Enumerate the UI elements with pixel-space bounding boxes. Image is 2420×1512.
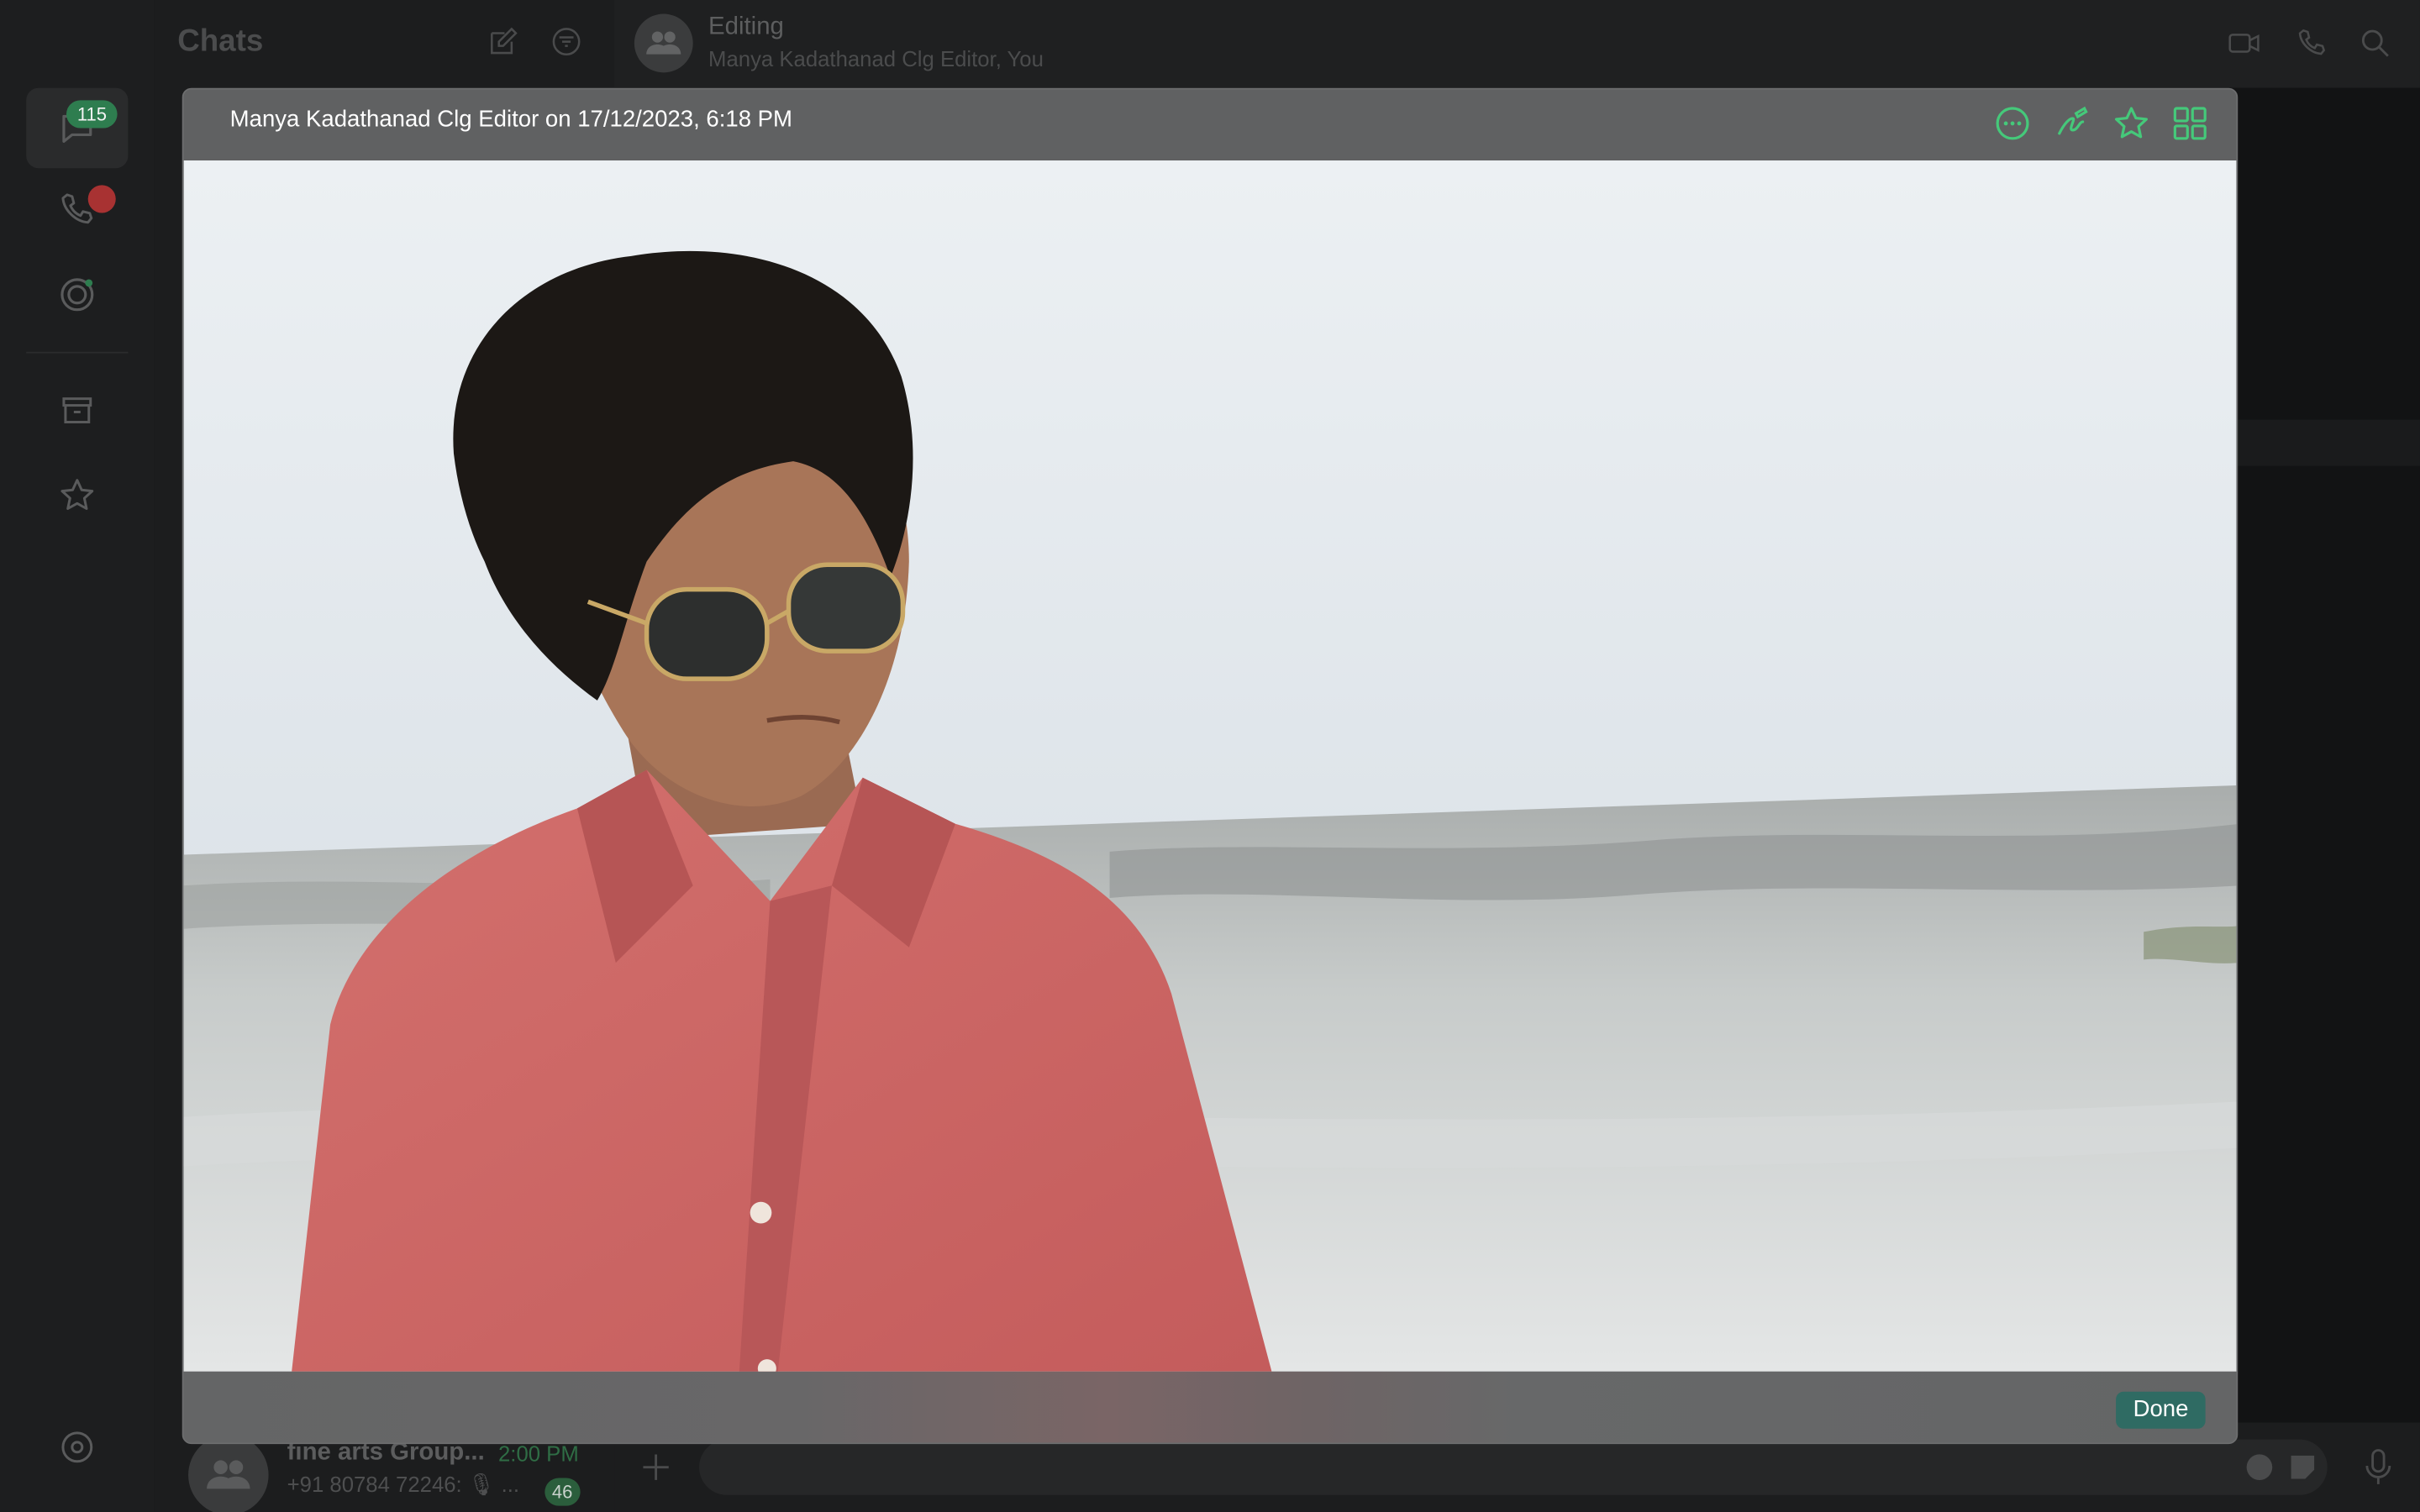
chats-title: Chats bbox=[177, 24, 264, 59]
conversation-members: Manya Kadathanad Clg Editor, You bbox=[708, 46, 1044, 71]
group-icon bbox=[207, 1460, 250, 1489]
star-icon bbox=[60, 479, 94, 510]
rail-chats-button[interactable]: 115 bbox=[26, 87, 129, 169]
star-icon[interactable] bbox=[2112, 103, 2152, 144]
photo-image bbox=[183, 160, 2237, 1372]
search-icon[interactable] bbox=[2357, 26, 2394, 60]
rail-starred-button[interactable] bbox=[26, 455, 128, 536]
missed-call-badge bbox=[87, 185, 116, 213]
media-viewer: Manya Kadathanad Clg Editor on 17/12/202… bbox=[182, 87, 2238, 1445]
rail-calls-button[interactable] bbox=[26, 170, 128, 250]
draw-edit-icon[interactable] bbox=[2053, 103, 2093, 144]
rail-divider bbox=[26, 351, 129, 354]
group-avatar bbox=[188, 1435, 269, 1512]
filter-icon[interactable] bbox=[550, 24, 583, 58]
rail-status-button[interactable] bbox=[26, 255, 128, 335]
sticker-icon[interactable] bbox=[2287, 1452, 2318, 1483]
conversation-header: Editing Manya Kadathanad Clg Editor, You bbox=[614, 0, 2420, 88]
chat-time: 2:00 PM bbox=[497, 1441, 579, 1466]
group-icon bbox=[646, 31, 681, 55]
new-chat-icon[interactable] bbox=[487, 24, 520, 58]
archive-icon bbox=[62, 397, 92, 423]
viewer-photo[interactable] bbox=[183, 160, 2237, 1372]
chat-preview: +91 80784 72246: 🎙 ... bbox=[287, 1472, 520, 1497]
viewer-footer: Done bbox=[183, 1371, 2237, 1443]
done-button[interactable]: Done bbox=[2116, 1391, 2206, 1429]
date-separator bbox=[2238, 419, 2420, 466]
unread-count-badge: 46 bbox=[544, 1478, 581, 1506]
more-options-icon[interactable] bbox=[1992, 103, 2033, 144]
conversation-title[interactable]: Editing bbox=[708, 14, 784, 42]
microphone-icon[interactable] bbox=[2361, 1447, 2395, 1488]
left-rail: 115 bbox=[0, 0, 155, 1512]
grid-view-icon[interactable] bbox=[2170, 103, 2210, 144]
status-ring-icon bbox=[60, 278, 94, 312]
viewer-caption: Manya Kadathanad Clg Editor on 17/12/202… bbox=[229, 106, 793, 133]
gear-icon bbox=[61, 1431, 93, 1463]
rail-archived-button[interactable] bbox=[26, 370, 128, 451]
chats-unread-badge: 115 bbox=[66, 100, 118, 129]
plus-icon[interactable] bbox=[639, 1450, 672, 1483]
video-call-icon[interactable] bbox=[2226, 26, 2263, 60]
message-input[interactable] bbox=[699, 1439, 2328, 1495]
rail-settings-button[interactable] bbox=[26, 1407, 128, 1488]
group-avatar[interactable] bbox=[634, 13, 693, 73]
app-window: 115 Chats fine arts Group... 2:00 PM +91… bbox=[0, 0, 2420, 1512]
voice-call-icon[interactable] bbox=[2293, 26, 2330, 60]
viewer-toolbar: Manya Kadathanad Clg Editor on 17/12/202… bbox=[183, 89, 2237, 161]
emoji-icon[interactable] bbox=[2244, 1452, 2275, 1483]
